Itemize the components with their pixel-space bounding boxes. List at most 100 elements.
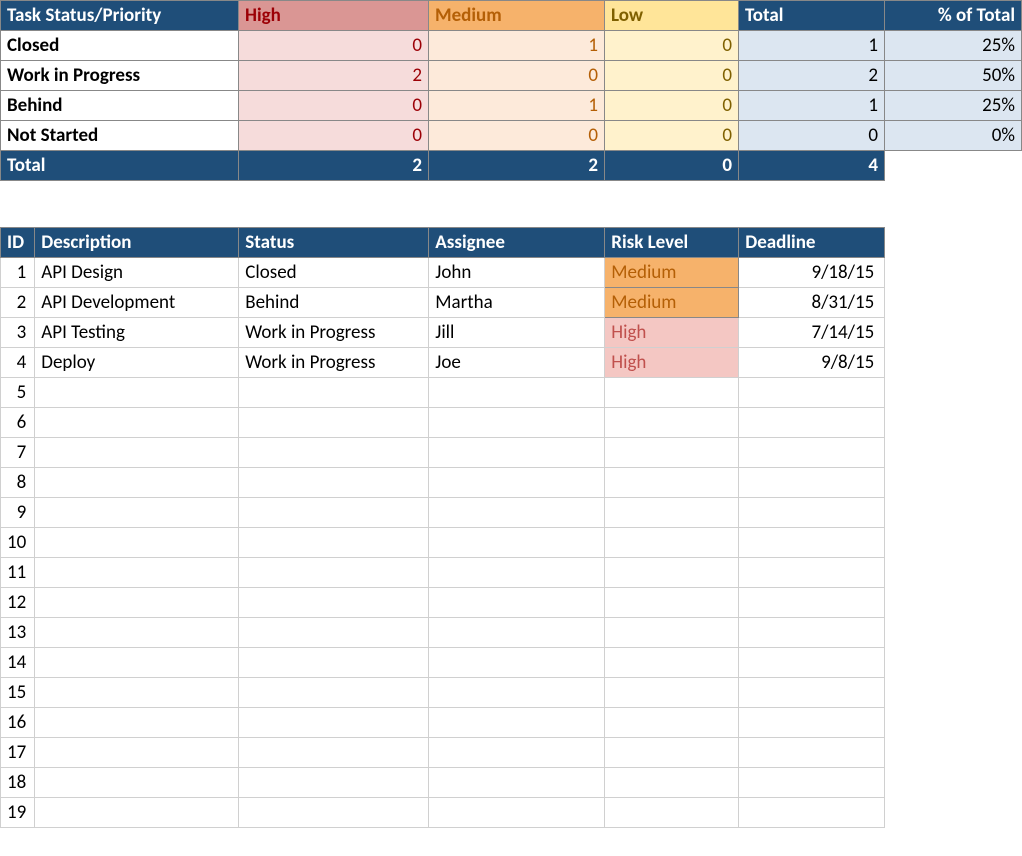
task-header-status[interactable]: Status xyxy=(239,228,429,258)
task-cell-description[interactable] xyxy=(35,558,239,588)
task-cell-status[interactable] xyxy=(239,378,429,408)
summary-corner[interactable]: Task Status/Priority xyxy=(1,1,239,31)
task-header-risk[interactable]: Risk Level xyxy=(605,228,739,258)
task-cell-id[interactable]: 2 xyxy=(1,288,35,318)
priority-medium-header[interactable]: Medium xyxy=(429,1,605,31)
summary-cell-pct[interactable]: 25% xyxy=(885,31,1022,61)
task-cell-id[interactable]: 17 xyxy=(1,738,35,768)
task-cell-id[interactable]: 3 xyxy=(1,318,35,348)
summary-status-label[interactable]: Closed xyxy=(1,31,239,61)
summary-total-high[interactable]: 2 xyxy=(239,151,429,181)
task-cell-description[interactable] xyxy=(35,378,239,408)
task-cell-id[interactable]: 9 xyxy=(1,498,35,528)
task-cell-description[interactable] xyxy=(35,618,239,648)
task-cell-id[interactable]: 10 xyxy=(1,528,35,558)
task-cell-status[interactable] xyxy=(239,558,429,588)
task-cell-status[interactable] xyxy=(239,588,429,618)
task-cell-assignee[interactable] xyxy=(429,798,605,828)
task-cell-assignee[interactable]: Martha xyxy=(429,288,605,318)
task-cell-deadline[interactable] xyxy=(739,708,885,738)
summary-cell-pct[interactable]: 25% xyxy=(885,91,1022,121)
task-cell-status[interactable] xyxy=(239,798,429,828)
task-cell-assignee[interactable] xyxy=(429,438,605,468)
summary-cell-pct[interactable]: 50% xyxy=(885,61,1022,91)
task-cell-deadline[interactable] xyxy=(739,438,885,468)
task-cell-deadline[interactable] xyxy=(739,678,885,708)
task-cell-status[interactable] xyxy=(239,468,429,498)
summary-cell-pct[interactable]: 0% xyxy=(885,121,1022,151)
summary-cell-low[interactable]: 0 xyxy=(605,31,739,61)
task-header-deadline[interactable]: Deadline xyxy=(739,228,885,258)
task-cell-deadline[interactable]: 8/31/15 xyxy=(739,288,885,318)
task-cell-deadline[interactable] xyxy=(739,408,885,438)
task-cell-deadline[interactable] xyxy=(739,378,885,408)
task-cell-status[interactable] xyxy=(239,618,429,648)
task-cell-risk[interactable] xyxy=(605,618,739,648)
summary-total-med[interactable]: 2 xyxy=(429,151,605,181)
task-cell-assignee[interactable] xyxy=(429,468,605,498)
summary-cell-low[interactable]: 0 xyxy=(605,121,739,151)
task-cell-assignee[interactable] xyxy=(429,708,605,738)
task-cell-assignee[interactable] xyxy=(429,648,605,678)
task-cell-risk[interactable] xyxy=(605,798,739,828)
task-cell-deadline[interactable] xyxy=(739,468,885,498)
task-cell-status[interactable] xyxy=(239,648,429,678)
task-cell-assignee[interactable] xyxy=(429,678,605,708)
task-cell-assignee[interactable] xyxy=(429,528,605,558)
summary-cell-high[interactable]: 2 xyxy=(239,61,429,91)
task-cell-risk[interactable] xyxy=(605,708,739,738)
task-cell-risk[interactable] xyxy=(605,498,739,528)
task-cell-assignee[interactable] xyxy=(429,768,605,798)
summary-cell-med[interactable]: 0 xyxy=(429,121,605,151)
task-cell-status[interactable]: Work in Progress xyxy=(239,348,429,378)
task-cell-risk[interactable] xyxy=(605,738,739,768)
task-cell-description[interactable]: API Testing xyxy=(35,318,239,348)
task-cell-risk[interactable] xyxy=(605,648,739,678)
priority-low-header[interactable]: Low xyxy=(605,1,739,31)
task-cell-status[interactable] xyxy=(239,768,429,798)
task-cell-assignee[interactable] xyxy=(429,558,605,588)
task-cell-description[interactable] xyxy=(35,708,239,738)
priority-high-header[interactable]: High xyxy=(239,1,429,31)
task-cell-assignee[interactable] xyxy=(429,498,605,528)
task-cell-deadline[interactable]: 7/14/15 xyxy=(739,318,885,348)
task-cell-id[interactable]: 1 xyxy=(1,258,35,288)
task-cell-description[interactable] xyxy=(35,438,239,468)
task-cell-description[interactable]: API Development xyxy=(35,288,239,318)
task-cell-assignee[interactable]: Joe xyxy=(429,348,605,378)
task-cell-status[interactable] xyxy=(239,528,429,558)
task-cell-risk[interactable]: Medium xyxy=(605,288,739,318)
summary-status-label[interactable]: Work in Progress xyxy=(1,61,239,91)
task-cell-description[interactable] xyxy=(35,528,239,558)
task-cell-status[interactable] xyxy=(239,678,429,708)
summary-cell-med[interactable]: 0 xyxy=(429,61,605,91)
task-cell-id[interactable]: 14 xyxy=(1,648,35,678)
task-cell-status[interactable] xyxy=(239,498,429,528)
task-cell-risk[interactable] xyxy=(605,438,739,468)
summary-cell-total[interactable]: 0 xyxy=(739,121,885,151)
task-cell-description[interactable] xyxy=(35,408,239,438)
task-cell-risk[interactable]: Medium xyxy=(605,258,739,288)
task-cell-risk[interactable] xyxy=(605,528,739,558)
task-cell-risk[interactable] xyxy=(605,768,739,798)
pct-header[interactable]: % of Total xyxy=(885,1,1022,31)
task-cell-description[interactable]: Deploy xyxy=(35,348,239,378)
task-cell-deadline[interactable] xyxy=(739,648,885,678)
task-header-id[interactable]: ID xyxy=(1,228,35,258)
task-cell-deadline[interactable] xyxy=(739,528,885,558)
task-cell-assignee[interactable] xyxy=(429,738,605,768)
task-cell-risk[interactable]: High xyxy=(605,348,739,378)
task-cell-description[interactable] xyxy=(35,648,239,678)
task-cell-id[interactable]: 6 xyxy=(1,408,35,438)
task-cell-assignee[interactable]: Jill xyxy=(429,318,605,348)
task-cell-deadline[interactable] xyxy=(739,618,885,648)
task-cell-deadline[interactable] xyxy=(739,498,885,528)
task-cell-deadline[interactable] xyxy=(739,558,885,588)
task-cell-status[interactable] xyxy=(239,408,429,438)
task-cell-id[interactable]: 15 xyxy=(1,678,35,708)
task-cell-risk[interactable] xyxy=(605,468,739,498)
task-cell-id[interactable]: 19 xyxy=(1,798,35,828)
summary-cell-high[interactable]: 0 xyxy=(239,31,429,61)
task-cell-assignee[interactable] xyxy=(429,588,605,618)
task-cell-risk[interactable] xyxy=(605,378,739,408)
